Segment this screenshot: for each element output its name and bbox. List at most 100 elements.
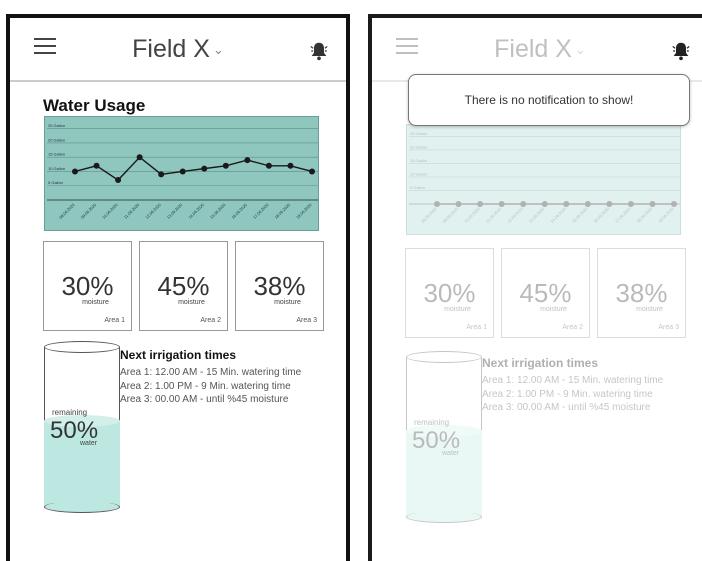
tank-top: [44, 341, 120, 353]
x-tick-label: 10.06.2020: [101, 202, 119, 220]
x-tick-label: 09.06.2020: [80, 202, 98, 220]
tank-top: [406, 351, 482, 363]
data-point: [115, 177, 122, 184]
water-usage-chart: 25 Gallon 20 Gallon 15 Gallon 10 Gallon 5 Ga…: [44, 116, 319, 231]
data-point: [136, 154, 143, 161]
irrigation-line: Area 3: 00.00 AM - until %45 moisture: [120, 394, 289, 405]
area-label: Area 1: [466, 324, 487, 331]
x-tick-label: 11.06.2020: [123, 202, 141, 220]
moisture-tile-area-2[interactable]: 45% moisture Area 2: [139, 241, 228, 331]
app-header: Field X ⌄: [372, 18, 702, 82]
irrigation-line: Area 1: 12.00 AM - 15 Min. watering time: [482, 375, 664, 386]
y-tick-label: 25 Gallon: [410, 131, 427, 136]
moisture-tile-area-3[interactable]: 38% moisture Area 3: [597, 248, 686, 338]
series-line: [74, 156, 313, 181]
irrigation-line: Area 2: 1.00 PM - 9 Min. watering time: [120, 380, 291, 392]
irrigation-line: Area 3: 00.00 AM - until %45 moisture: [482, 402, 651, 413]
y-tick-label: 10 Gallon: [48, 166, 65, 171]
area-label: Area 3: [658, 324, 679, 331]
x-tick-label: 16.06.2020: [230, 202, 248, 220]
x-tick-label: 09.06.2020: [442, 206, 460, 224]
data-point: [244, 157, 251, 164]
y-tick-label: 5 Gallon: [410, 185, 425, 190]
moisture-percent: 45%: [157, 271, 210, 301]
y-tick-label: 20 Gallon: [410, 144, 427, 149]
data-point: [498, 201, 505, 207]
x-tick-label: 08.06.2020: [58, 202, 76, 220]
moisture-percent: 45%: [519, 278, 572, 308]
bell-icon[interactable]: [308, 40, 330, 62]
field-selector[interactable]: Field X ⌄: [372, 35, 702, 64]
data-point: [287, 162, 294, 169]
x-tick-label: 18.06.2020: [635, 206, 653, 224]
data-point: [455, 201, 462, 207]
data-point: [541, 201, 548, 207]
moisture-tile-area-1[interactable]: 30% moisture Area 1: [405, 248, 494, 338]
moisture-label: moisture: [636, 306, 663, 313]
x-tick-label: 10.06.2020: [463, 206, 481, 224]
data-point: [222, 162, 229, 169]
irrigation-line: Area 2: 1.00 PM - 9 Min. watering time: [482, 388, 653, 400]
phone-screen-notification: Field X ⌄ 25 Gallon 20 Gallon 15 Gallon 10 G…: [368, 14, 702, 561]
moisture-tile-area-1[interactable]: 30% moisture Area 1: [43, 241, 132, 331]
data-point: [520, 201, 527, 207]
moisture-tile-area-2[interactable]: 45% moisture Area 2: [501, 248, 590, 338]
x-tick-label: 08.06.2020: [420, 206, 438, 224]
data-point: [158, 171, 165, 178]
x-tick-label: 12.06.2020: [144, 202, 162, 220]
notification-popup[interactable]: There is no notification to show!: [408, 74, 690, 126]
x-tick-label: 14.06.2020: [187, 202, 205, 220]
data-point: [309, 168, 315, 175]
y-tick-label: 25 Gallon: [48, 123, 65, 128]
x-tick-label: 15.06.2020: [571, 206, 589, 224]
x-tick-label: 14.06.2020: [549, 206, 567, 224]
moisture-label: moisture: [274, 299, 301, 306]
area-label: Area 2: [200, 317, 221, 324]
dimmed-dashboard: Field X ⌄ 25 Gallon 20 Gallon 15 Gallon 10 G…: [372, 18, 702, 523]
tank-water-label: water: [442, 450, 460, 457]
x-tick-label: 19.06.2020: [657, 206, 675, 224]
moisture-tiles: 30% moisture Area 1 45% moisture Area 2 …: [43, 241, 324, 331]
area-label: Area 2: [562, 324, 583, 331]
water-tank: remaining 50% water: [406, 351, 482, 523]
bell-icon[interactable]: [670, 40, 692, 62]
irrigation-schedule: Next irrigation times Area 1: 12.00 AM -…: [482, 356, 702, 415]
x-tick-label: 15.06.2020: [209, 202, 227, 220]
irrigation-schedule: Next irrigation times Area 1: 12.00 AM -…: [120, 348, 346, 407]
data-point: [179, 168, 186, 175]
data-point: [72, 168, 78, 175]
phone-screen-dashboard: Field X ⌄ Water Usage 25 Gallon 20 Gallon 1…: [6, 14, 350, 561]
chevron-down-icon: ⌄: [212, 42, 224, 58]
water-tank: remaining 50% water: [44, 341, 120, 513]
data-point: [563, 201, 570, 207]
data-point: [434, 201, 440, 207]
moisture-percent: 38%: [615, 278, 668, 308]
x-tick-label: 11.06.2020: [485, 206, 503, 224]
y-tick-label: 15 Gallon: [410, 158, 427, 163]
y-tick-label: 20 Gallon: [48, 137, 65, 142]
x-tick-label: 16.06.2020: [592, 206, 610, 224]
tank-remaining-label: remaining: [414, 418, 450, 427]
data-point: [201, 165, 208, 172]
y-tick-label: 15 Gallon: [48, 152, 65, 157]
field-selector[interactable]: Field X ⌄: [10, 35, 346, 64]
data-point: [584, 201, 591, 207]
x-tick-label: 19.06.2020: [295, 202, 313, 220]
notification-message: There is no notification to show!: [464, 93, 634, 107]
x-tick-label: 17.06.2020: [614, 206, 632, 224]
y-tick-label: 10 Gallon: [410, 171, 427, 176]
data-point: [93, 162, 100, 169]
x-tick-label: 13.06.2020: [528, 206, 546, 224]
area-label: Area 3: [296, 317, 317, 324]
moisture-percent: 30%: [61, 271, 114, 301]
water-usage-chart: 25 Gallon 20 Gallon 15 Gallon 10 Gallon 5 Ga…: [406, 124, 681, 235]
data-point: [671, 201, 677, 207]
moisture-tile-area-3[interactable]: 38% moisture Area 3: [235, 241, 324, 331]
moisture-label: moisture: [82, 299, 109, 306]
moisture-label: moisture: [540, 306, 567, 313]
field-title: Field X: [132, 35, 210, 63]
data-point: [649, 201, 656, 207]
tank-water-label: water: [80, 440, 98, 447]
x-tick-label: 18.06.2020: [273, 202, 291, 220]
y-tick-label: 5 Gallon: [48, 180, 63, 185]
